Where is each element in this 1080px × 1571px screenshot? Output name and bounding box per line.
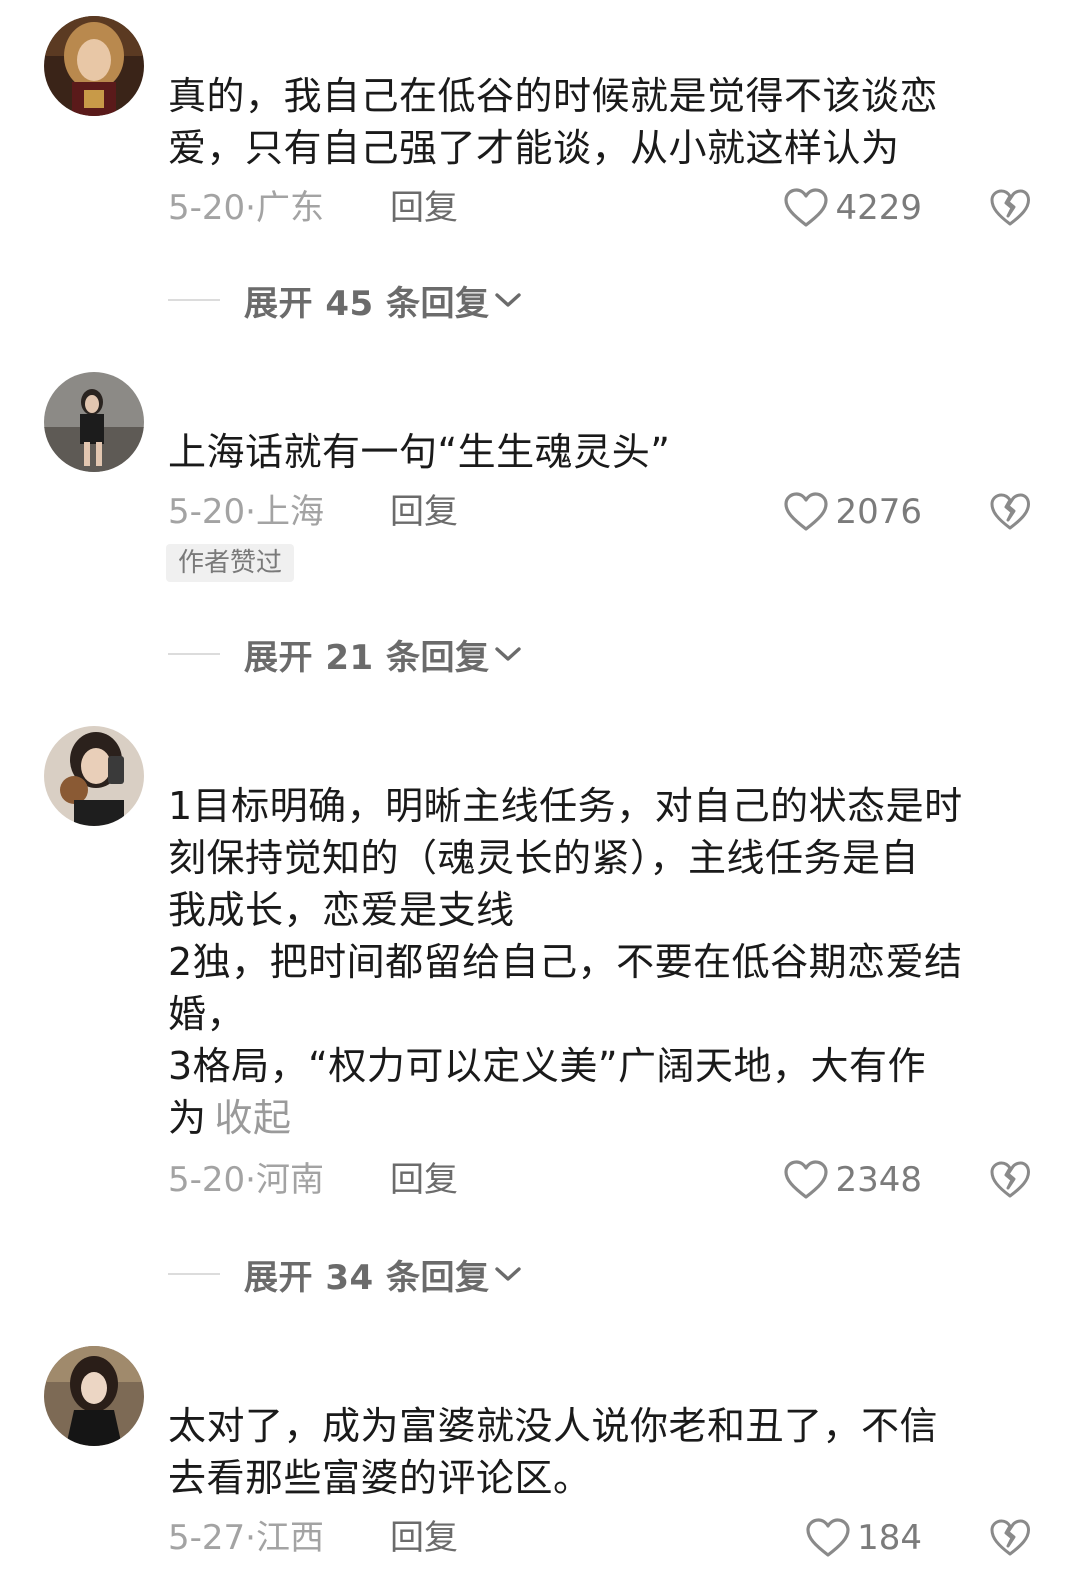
comment-date-location: 5-20·广东 <box>168 188 324 228</box>
like-count: 2348 <box>835 1160 922 1200</box>
expand-replies-button[interactable]: 展开 34 条回复 <box>168 1252 668 1298</box>
comment-line: 爱，只有自己强了才能谈，从小就这样认为 <box>168 126 900 170</box>
comment-meta: 5-20·上海 回复 2076 <box>168 490 1048 534</box>
divider-line <box>168 1273 220 1275</box>
heart-outline-icon <box>805 1517 851 1559</box>
chevron-down-icon <box>492 643 524 665</box>
like-button[interactable]: 4229 <box>783 186 922 230</box>
comment-line: 1目标明确，明晰主线任务，对自己的状态是时 <box>168 784 963 828</box>
username-faded <box>168 748 428 768</box>
dislike-button[interactable] <box>988 1516 1032 1560</box>
comment-line: 去看那些富婆的评论区。 <box>168 1456 592 1500</box>
dislike-button[interactable] <box>988 490 1032 534</box>
chevron-down-icon <box>492 289 524 311</box>
comment-text: 太对了，成为富婆就没人说你老和丑了，不信 去看那些富婆的评论区。 <box>168 1400 1048 1504</box>
comment-meta: 5-20·广东 回复 4229 <box>168 186 1048 230</box>
expand-replies-label: 展开 45 条回复 <box>244 283 490 324</box>
comment-date-location: 5-27·江西 <box>168 1518 324 1558</box>
expand-replies-label: 展开 34 条回复 <box>244 1257 490 1298</box>
like-count: 4229 <box>835 188 922 228</box>
comment-line-last: 为收起 <box>168 1092 1048 1144</box>
divider-line <box>168 653 220 655</box>
reply-button[interactable]: 回复 <box>390 490 458 534</box>
comment-line: 2独，把时间都留给自己，不要在低谷期恋爱结 <box>168 940 963 984</box>
avatar[interactable] <box>44 726 144 826</box>
like-count: 2076 <box>835 492 922 532</box>
comment-date-location: 5-20·上海 <box>168 492 324 532</box>
comment-line: 3格局，“权力可以定义美”广阔天地，大有作 <box>168 1044 927 1088</box>
expand-replies-button[interactable]: 展开 45 条回复 <box>168 278 668 324</box>
comment-text: 1目标明确，明晰主线任务，对自己的状态是时 刻保持觉知的（魂灵长的紧），主线任务… <box>168 780 1048 1144</box>
like-button[interactable]: 2076 <box>783 490 922 534</box>
dislike-button[interactable] <box>988 1158 1032 1202</box>
expand-replies-button[interactable]: 展开 21 条回复 <box>168 632 668 678</box>
comment-line: 我成长，恋爱是支线 <box>168 888 515 932</box>
comment-line: 婚， <box>168 992 246 1036</box>
comment-line-text: 为 <box>168 1096 207 1140</box>
comment-text: 上海话就有一句“生生魂灵头” <box>168 426 1048 478</box>
comment-line: 刻保持觉知的（魂灵长的紧），主线任务是自 <box>168 836 920 880</box>
broken-heart-icon <box>988 1516 1032 1560</box>
like-button[interactable]: 2348 <box>783 1158 922 1202</box>
avatar[interactable] <box>44 16 144 116</box>
avatar[interactable] <box>44 1346 144 1446</box>
comment-meta: 5-20·河南 回复 2348 <box>168 1158 1048 1202</box>
author-liked-badge: 作者赞过 <box>166 544 295 582</box>
reply-button[interactable]: 回复 <box>390 1158 458 1202</box>
dislike-button[interactable] <box>988 186 1032 230</box>
username-faded <box>168 38 428 58</box>
comment-line: 上海话就有一句“生生魂灵头” <box>168 430 671 474</box>
chevron-down-icon <box>492 1263 524 1285</box>
reply-button[interactable]: 回复 <box>390 1516 458 1560</box>
reply-button[interactable]: 回复 <box>390 186 458 230</box>
broken-heart-icon <box>988 186 1032 230</box>
broken-heart-icon <box>988 490 1032 534</box>
like-button[interactable]: 184 <box>805 1516 922 1560</box>
broken-heart-icon <box>988 1158 1032 1202</box>
comment-line: 真的，我自己在低谷的时候就是觉得不该谈恋 <box>168 74 939 118</box>
comment-meta: 5-27·江西 回复 184 <box>168 1516 1048 1560</box>
avatar[interactable] <box>44 372 144 472</box>
like-count: 184 <box>857 1518 922 1558</box>
comment-line: 太对了，成为富婆就没人说你老和丑了，不信 <box>168 1404 939 1448</box>
heart-outline-icon <box>783 491 829 533</box>
heart-outline-icon <box>783 187 829 229</box>
heart-outline-icon <box>783 1159 829 1201</box>
collapse-link[interactable]: 收起 <box>215 1096 292 1140</box>
expand-replies-label: 展开 21 条回复 <box>244 637 490 678</box>
comment-date-location: 5-20·河南 <box>168 1160 324 1200</box>
divider-line <box>168 299 220 301</box>
comment-text: 真的，我自己在低谷的时候就是觉得不该谈恋 爱，只有自己强了才能谈，从小就这样认为 <box>168 70 1048 174</box>
